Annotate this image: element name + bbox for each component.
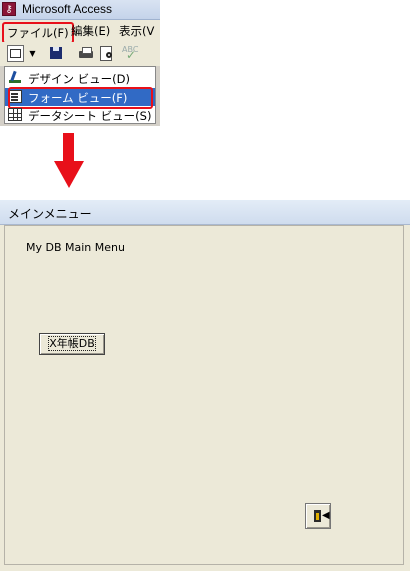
view-mode-icon[interactable] (7, 45, 24, 62)
print-preview-icon[interactable] (98, 45, 115, 62)
open-db-button-label: X年帳DB (48, 336, 96, 351)
form-title: メインメニュー (8, 207, 92, 221)
form-title-bar: メインメニュー (0, 200, 410, 225)
menu-bar: ファイル(F) 編集(E) 表示(V (0, 20, 160, 44)
design-view-item[interactable]: デザイン ビュー(D) (5, 69, 155, 87)
exit-arrow-icon: ◀ (322, 510, 330, 521)
menu-file[interactable]: ファイル(F) (2, 22, 74, 44)
down-arrow-icon (54, 133, 84, 190)
exit-button[interactable]: ◀ (305, 503, 331, 529)
title-bar: ⚷ Microsoft Access (0, 0, 160, 20)
exit-door-icon (314, 510, 321, 522)
datasheet-view-item[interactable]: データシート ビュー(S) (5, 106, 155, 124)
datasheet-view-icon (8, 108, 22, 121)
open-db-button[interactable]: X年帳DB (39, 333, 105, 355)
main-menu-label: My DB Main Menu (26, 241, 125, 254)
main-menu-form-window: メインメニュー My DB Main Menu X年帳DB ◀ (0, 200, 410, 571)
spelling-icon[interactable]: ABC ✓ (122, 45, 139, 62)
form-body: My DB Main Menu X年帳DB ◀ (4, 225, 404, 565)
print-icon[interactable] (78, 45, 95, 62)
menu-edit[interactable]: 編集(E) (71, 23, 110, 39)
design-view-label: デザイン ビュー(D) (28, 72, 130, 86)
menu-view[interactable]: 表示(V (119, 23, 154, 39)
app-title: Microsoft Access (22, 2, 113, 16)
view-dropdown-arrow-icon[interactable]: ▼ (28, 45, 37, 62)
toolbar: ▼ ABC ✓ (0, 42, 160, 66)
datasheet-view-label: データシート ビュー(S) (28, 109, 152, 123)
view-dropdown-menu: デザイン ビュー(D) フォーム ビュー(F) データシート ビュー(S) (4, 66, 156, 124)
access-window-snippet: ⚷ Microsoft Access ファイル(F) 編集(E) 表示(V ▼ … (0, 0, 160, 126)
save-icon[interactable] (48, 45, 65, 62)
design-view-icon (8, 71, 22, 84)
access-key-icon: ⚷ (2, 2, 16, 16)
